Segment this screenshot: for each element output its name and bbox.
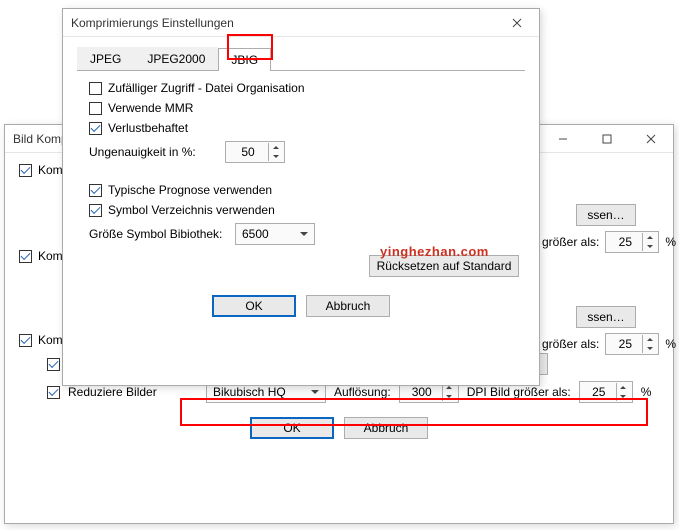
lossy-row: Verlustbehaftet: [89, 121, 525, 135]
typical-prediction-checkbox[interactable]: [89, 184, 102, 197]
dpi-threshold-spinner[interactable]: 25: [605, 333, 659, 355]
use-mmr-row: Verwende MMR: [89, 101, 525, 115]
dialog-content: JPEG JPEG2000 JBIG Zufälliger Zugriff - …: [63, 37, 539, 329]
symbol-dict-checkbox[interactable]: [89, 204, 102, 217]
dpi-threshold-label: größer als:: [542, 337, 599, 351]
percent-label: %: [665, 337, 676, 351]
select-value: 6500: [242, 227, 269, 241]
inaccuracy-spinner[interactable]: 50: [225, 141, 285, 163]
ok-button[interactable]: OK: [212, 295, 296, 317]
tab-jpeg2000[interactable]: JPEG2000: [134, 47, 218, 70]
spinner-arrows[interactable]: [642, 335, 656, 353]
spinner-arrows[interactable]: [642, 233, 656, 251]
use-mmr-checkbox[interactable]: [89, 102, 102, 115]
button-label: ssen…: [587, 208, 624, 222]
close-button[interactable]: [629, 125, 673, 153]
tab-label: JBIG: [231, 53, 258, 67]
resolution-label: Auflösung:: [334, 385, 391, 399]
ok-button[interactable]: OK: [250, 417, 334, 439]
button-label: Abbruch: [364, 421, 409, 435]
percent-label: %: [665, 235, 676, 249]
compression-settings-dialog: Komprimierungs Einstellungen JPEG JPEG20…: [62, 8, 540, 386]
percent-label: %: [641, 385, 652, 399]
random-access-row: Zufälliger Zugriff - Datei Organisation: [89, 81, 525, 95]
dialog-button-row: OK Abbruch: [77, 295, 525, 317]
button-label: OK: [283, 421, 300, 435]
typical-prediction-label: Typische Prognose verwenden: [108, 183, 272, 197]
chevron-down-icon: [311, 390, 319, 394]
spinner-arrows[interactable]: [268, 143, 282, 161]
random-access-label: Zufälliger Zugriff - Datei Organisation: [108, 81, 305, 95]
spinner-value: 50: [232, 145, 264, 159]
button-label: ssen…: [587, 310, 624, 324]
button-label: OK: [245, 299, 262, 313]
button-label: Abbruch: [326, 299, 371, 313]
spinner-value: 25: [586, 385, 612, 399]
reduce-images-label: Reduziere Bilder: [68, 385, 157, 399]
random-access-checkbox[interactable]: [89, 82, 102, 95]
group-checkbox[interactable]: [19, 164, 32, 177]
adjust-button[interactable]: ssen…: [576, 306, 636, 328]
tab-bar: JPEG JPEG2000 JBIG: [77, 47, 525, 71]
spinner-arrows[interactable]: [616, 383, 630, 401]
cancel-button[interactable]: Abbruch: [306, 295, 390, 317]
spinner-value: 25: [612, 235, 638, 249]
chevron-down-icon: [300, 232, 308, 236]
symbol-dict-label: Symbol Verzeichnis verwenden: [108, 203, 275, 217]
typical-prediction-row: Typische Prognose verwenden: [89, 183, 525, 197]
dpi-threshold-spinner[interactable]: 25: [605, 231, 659, 253]
select-value: Bikubisch HQ: [213, 385, 286, 399]
symbol-dict-row: Symbol Verzeichnis verwenden: [89, 203, 525, 217]
jbig-options: Zufälliger Zugriff - Datei Organisation …: [89, 81, 525, 245]
button-label: Rücksetzen auf Standard: [377, 259, 512, 273]
dialog-button-row: OK Abbruch: [19, 417, 659, 439]
group-checkbox[interactable]: [19, 334, 32, 347]
watermark-text: yinghezhan.com: [380, 244, 489, 259]
dpi-threshold-spinner[interactable]: 25: [579, 381, 633, 403]
inaccuracy-label: Ungenauigkeit in %:: [89, 145, 219, 159]
reduce-images-checkbox[interactable]: [47, 386, 60, 399]
compress-images-checkbox[interactable]: [47, 358, 60, 371]
inaccuracy-row: Ungenauigkeit in %: 50: [89, 141, 525, 163]
adjust-button[interactable]: ssen…: [576, 204, 636, 226]
tab-label: JPEG: [90, 52, 121, 66]
tab-jpeg[interactable]: JPEG: [77, 47, 134, 70]
window-controls: [541, 125, 673, 153]
adjust-button-fragment: ssen…: [576, 204, 636, 226]
tab-jbig[interactable]: JBIG: [218, 48, 271, 71]
group-checkbox[interactable]: [19, 250, 32, 263]
lossy-label: Verlustbehaftet: [108, 121, 188, 135]
window-title: Komprimierungs Einstellungen: [71, 16, 234, 30]
symbol-size-label: Größe Symbol Bibiothek:: [89, 227, 229, 241]
cancel-button[interactable]: Abbruch: [344, 417, 428, 439]
adjust-button-fragment: ssen…: [576, 306, 636, 328]
maximize-button[interactable]: [585, 125, 629, 153]
close-button[interactable]: [495, 9, 539, 37]
dpi-fragment-1: größer als: 25 %: [542, 231, 676, 253]
dpi-fragment-2: größer als: 25 %: [542, 333, 676, 355]
titlebar: Komprimierungs Einstellungen: [63, 9, 539, 37]
spinner-value: 300: [406, 385, 438, 399]
dpi-threshold-label: größer als:: [542, 235, 599, 249]
use-mmr-label: Verwende MMR: [108, 101, 193, 115]
minimize-button[interactable]: [541, 125, 585, 153]
dpi-threshold-label: DPI Bild größer als:: [467, 385, 571, 399]
lossy-checkbox[interactable]: [89, 122, 102, 135]
symbol-size-row: Größe Symbol Bibiothek: 6500: [89, 223, 525, 245]
symbol-size-select[interactable]: 6500: [235, 223, 315, 245]
spinner-value: 25: [612, 337, 638, 351]
window-controls: [495, 9, 539, 37]
tab-label: JPEG2000: [147, 52, 205, 66]
